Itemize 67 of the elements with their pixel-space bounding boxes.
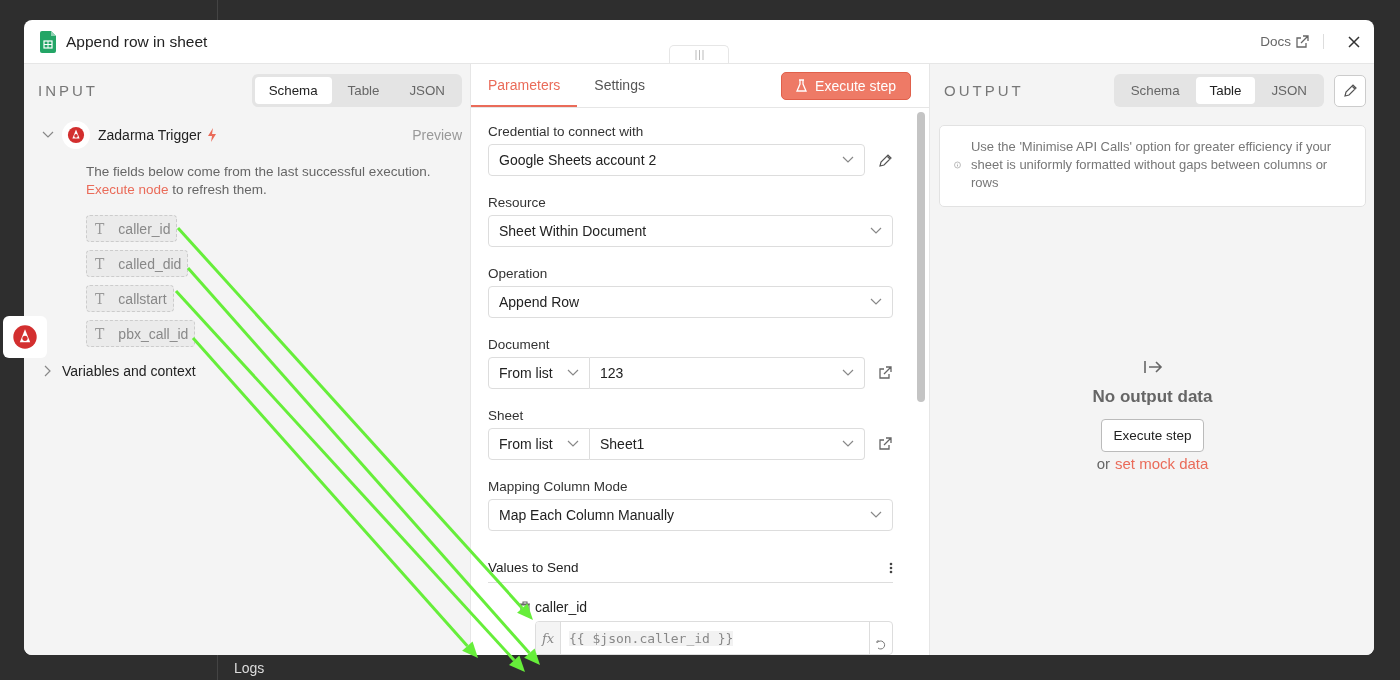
zadarma-logo-icon — [12, 324, 38, 350]
field-label: Resource — [488, 195, 547, 210]
field-label: Operation — [488, 266, 549, 281]
caret-icon — [842, 369, 854, 377]
empty-state-title: No output data — [1092, 387, 1213, 407]
caret-icon — [870, 227, 882, 235]
select-field[interactable]: Sheet Within Document — [488, 215, 893, 247]
external-link-icon[interactable] — [878, 437, 892, 451]
edit-output-button[interactable] — [1334, 74, 1366, 107]
panel-heading: INPUT — [38, 82, 98, 99]
logs-label[interactable]: Logs — [234, 659, 265, 676]
field-label: Document — [488, 337, 551, 352]
mode-select[interactable]: From list — [488, 428, 590, 460]
info-icon — [954, 158, 961, 172]
scrollbar-thumb[interactable] — [917, 112, 925, 402]
drag-handle[interactable] — [669, 45, 729, 63]
caret-icon — [842, 440, 854, 448]
pencil-icon[interactable] — [877, 152, 893, 168]
variables-label[interactable]: Variables and context — [62, 363, 196, 379]
execute-step-button[interactable]: Execute step — [1101, 419, 1204, 452]
grip-icon — [694, 49, 704, 60]
value-select[interactable]: 123 — [590, 357, 865, 389]
notice-text: Use the 'Minimise API Calls' option for greater efficiency if your sheet is uniformly formatted without gaps between columns or rows — [970, 138, 1333, 192]
reset-icon[interactable] — [875, 640, 887, 651]
select-field[interactable]: Map Each Column Manually — [488, 499, 893, 531]
credential-select[interactable]: Google Sheets account 2 — [488, 144, 865, 176]
chevron-icon — [44, 365, 52, 377]
caret-icon — [870, 511, 882, 519]
logs-bar[interactable]: Logs — [218, 655, 1400, 680]
node-name[interactable]: Zadarma Trigger — [98, 127, 202, 143]
section-heading: Values to Send — [488, 560, 579, 575]
view-tab[interactable]: JSON — [1257, 77, 1321, 104]
select-field[interactable]: Append Row — [488, 286, 893, 318]
more-options-icon[interactable] — [889, 561, 893, 574]
output-arrow-icon — [1142, 359, 1163, 375]
view-tab[interactable]: Schema — [1116, 77, 1194, 104]
canvas-node[interactable] — [3, 316, 47, 358]
external-link-icon[interactable] — [878, 366, 892, 380]
docs-link[interactable]: Docs — [1260, 34, 1324, 49]
caret-icon — [567, 440, 579, 448]
chevron-icon — [42, 131, 54, 139]
value-select[interactable]: Sheet1 — [590, 428, 865, 460]
spreadsheet-icon — [40, 30, 56, 53]
flask-icon — [796, 79, 808, 92]
view-tab[interactable]: JSON — [395, 77, 459, 104]
field-label: Credential to connect with — [488, 124, 645, 139]
close-icon[interactable] — [1348, 35, 1360, 48]
window-title: Append row in sheet — [66, 32, 208, 51]
view-tab[interactable]: Schema — [254, 77, 332, 104]
caret-icon — [870, 298, 882, 306]
or-text: or — [1096, 455, 1110, 472]
panel-heading: OUTPUT — [944, 82, 1024, 99]
panel-tab[interactable]: Settings — [577, 64, 662, 107]
hint-text: The fields below come from the last successful execution. Execute node to refresh them. — [86, 163, 432, 199]
preview-label: Preview — [412, 127, 462, 143]
view-tab[interactable]: Table — [1195, 77, 1256, 104]
lightning-icon — [207, 128, 218, 142]
column-name: caller_id — [535, 599, 588, 615]
zadarma-logo-icon — [67, 126, 85, 144]
caret-icon — [567, 369, 579, 377]
field-label: Sheet — [488, 408, 525, 423]
mode-select[interactable]: From list — [488, 357, 590, 389]
pencil-icon[interactable] — [1342, 83, 1358, 98]
caret-icon — [842, 156, 854, 164]
view-tab[interactable]: Table — [333, 77, 394, 104]
external-link-icon[interactable] — [1295, 34, 1309, 49]
field-label: Mapping Column Mode — [488, 479, 629, 494]
